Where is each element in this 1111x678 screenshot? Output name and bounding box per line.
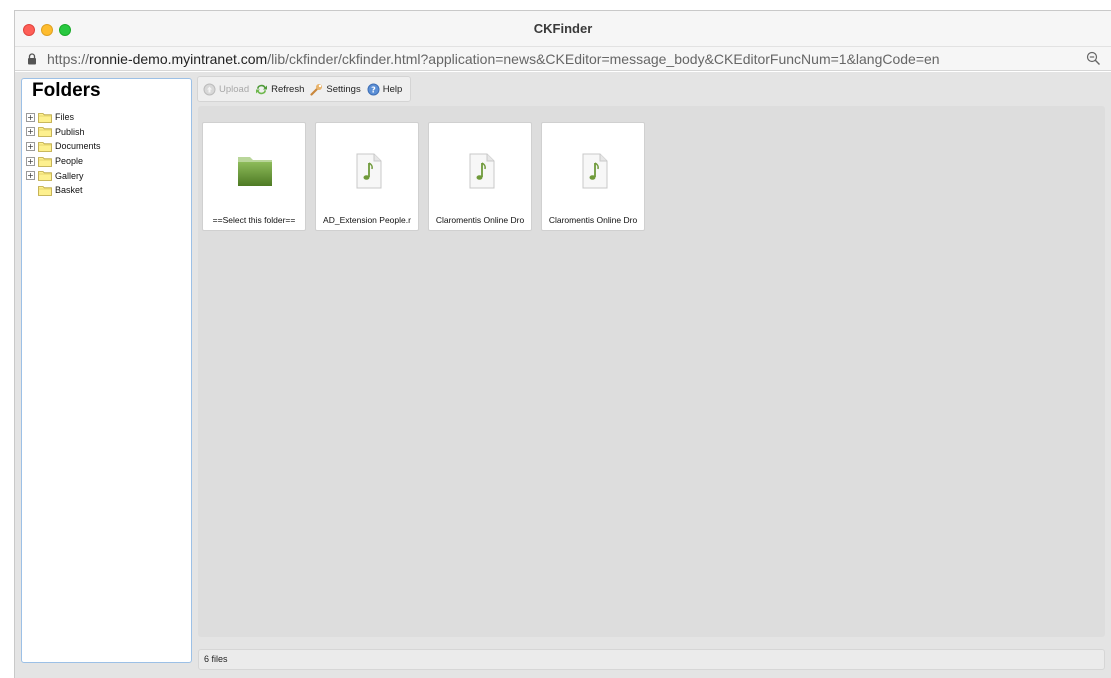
expand-toggle[interactable]: + — [26, 141, 35, 151]
browser-window: CKFinder https://ronnie-demo.myintranet.… — [14, 10, 1111, 678]
audio-file-icon — [469, 153, 495, 189]
expand-toggle[interactable]: + — [26, 171, 35, 181]
lock-icon — [28, 53, 36, 65]
file-caption: Claromentis Online Dro — [435, 215, 525, 225]
folder-icon — [38, 156, 52, 167]
file-tile[interactable]: Claromentis Online Dro — [428, 122, 532, 231]
folder-tree-item[interactable]: + Gallery — [26, 168, 101, 183]
folder-label: Documents — [55, 141, 101, 152]
audio-file-icon — [356, 153, 382, 189]
url-text[interactable]: https://ronnie-demo.myintranet.com/lib/c… — [47, 51, 940, 67]
file-tile[interactable]: Claromentis Online Dro — [541, 122, 645, 231]
folder-label: Files — [55, 112, 75, 123]
expand-toggle[interactable]: + — [26, 112, 35, 122]
folder-icon — [38, 112, 52, 123]
help-label: Help — [382, 83, 403, 95]
expand-toggle — [26, 186, 35, 195]
file-caption: AD_Extension People.r — [323, 215, 411, 225]
expand-toggle[interactable]: + — [26, 127, 35, 137]
url-prefix: https:// — [47, 51, 90, 67]
folder-icon — [38, 127, 52, 138]
folder-label: People — [55, 156, 84, 167]
url-host: ronnie-demo.myintranet.com — [89, 51, 268, 67]
upload-label: Upload — [219, 83, 250, 95]
folder-icon — [238, 157, 272, 186]
expand-toggle[interactable]: + — [26, 156, 35, 166]
folder-icon — [38, 185, 52, 196]
folder-label: Publish — [55, 126, 85, 137]
svg-text:?: ? — [371, 85, 376, 94]
folder-tree: + Files + Publish + Documents + People + Gallery B… — [26, 110, 101, 198]
zoom-out-icon[interactable] — [1086, 51, 1101, 66]
file-tile[interactable]: ==Select this folder== — [202, 122, 306, 231]
folder-tree-item[interactable]: + Documents — [26, 139, 101, 154]
folder-icon — [38, 171, 52, 182]
folders-title: Folders — [32, 80, 101, 101]
files-pane: ==Select this folder== AD_Extension Peopl… — [198, 106, 1105, 637]
file-caption: Claromentis Online Dro — [548, 215, 638, 225]
url-path: /lib/ckfinder/ckfinder.html?application=… — [267, 51, 940, 67]
folder-tree-item[interactable]: Basket — [26, 183, 101, 198]
title-bar: CKFinder — [15, 11, 1111, 47]
toolbar: Upload Refresh Settings ? Help — [197, 76, 411, 102]
file-caption: ==Select this folder== — [212, 215, 296, 225]
window-title: CKFinder — [533, 21, 593, 36]
folder-tree-item[interactable]: + People — [26, 154, 101, 169]
wrench-icon — [310, 83, 323, 96]
file-tile[interactable]: AD_Extension People.r — [315, 122, 419, 231]
address-bar[interactable]: https://ronnie-demo.myintranet.com/lib/c… — [15, 47, 1111, 71]
help-button[interactable]: ? Help — [367, 83, 403, 96]
ckfinder-app: Folders + Files + Publish + Documents + People +… — [15, 72, 1111, 678]
folder-icon — [38, 142, 52, 152]
folder-label: Basket — [55, 185, 83, 196]
folder-tree-item[interactable]: + Publish — [26, 125, 101, 140]
refresh-icon — [256, 84, 268, 94]
refresh-button[interactable]: Refresh — [255, 83, 304, 96]
folder-tree-item[interactable]: + Files — [26, 110, 101, 125]
folder-label: Gallery — [55, 170, 84, 181]
settings-label: Settings — [326, 83, 361, 95]
status-bar: 6 files — [198, 649, 1105, 670]
upload-icon — [203, 83, 216, 95]
help-icon: ? — [367, 83, 380, 95]
settings-button[interactable]: Settings — [310, 83, 361, 96]
refresh-label: Refresh — [271, 83, 305, 95]
folders-panel: Folders + Files + Publish + Documents + People +… — [21, 78, 192, 663]
upload-button[interactable]: Upload — [203, 83, 249, 96]
audio-file-icon — [582, 153, 608, 189]
